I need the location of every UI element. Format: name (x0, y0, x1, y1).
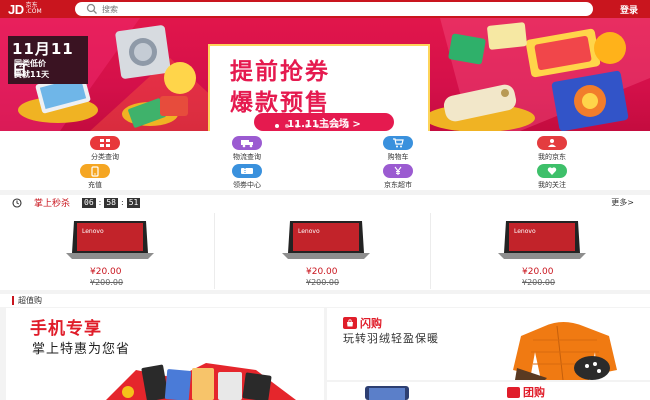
carousel-dot[interactable] (315, 124, 319, 128)
search-input[interactable] (102, 3, 402, 15)
seckill-section: 掌上秒杀 06 : 58 : 51 更多> Lenovo ¥20.00 ¥200… (0, 195, 650, 290)
grid-icon (90, 136, 120, 150)
nav-label: 物流查询 (233, 153, 261, 161)
banner-headline-2: 爆款预售 (230, 90, 330, 116)
carousel-dot[interactable] (295, 124, 299, 128)
nav-label: 购物车 (387, 153, 409, 161)
coupon-icon (232, 164, 262, 178)
top-header: JD 京东 .COM 登录 (0, 0, 650, 18)
nav-item-category[interactable]: 分类查询 (60, 136, 150, 162)
nav-label: 京东超市 (384, 181, 412, 189)
carousel-dot[interactable] (285, 124, 289, 128)
laptop-image: Lenovo (282, 221, 370, 259)
nav-item-recharge[interactable]: 充值 (50, 164, 140, 190)
down-jacket-illustration (513, 322, 617, 380)
value-buy-header: 超值购 (0, 294, 650, 307)
cart-icon (383, 136, 413, 150)
nav-item-follow[interactable]: 我的关注 (507, 164, 597, 190)
jd-home-page: JD 京东 .COM 登录 (0, 0, 650, 400)
nav-label: 充值 (88, 181, 102, 189)
logo-text: JD (8, 1, 24, 17)
nav-label: 我的京东 (538, 153, 566, 161)
banner-headline-board: 提前抢券 爆款预售 11.11主会场 > (208, 44, 430, 131)
group-buy-promo[interactable]: 团购 (327, 382, 650, 400)
tag-line2: 贵就11天 (14, 70, 50, 79)
seckill-header: 掌上秒杀 06 : 58 : 51 更多> (0, 195, 650, 210)
nav-item-cart[interactable]: 购物车 (353, 136, 443, 162)
heart-icon (537, 164, 567, 178)
jd-logo[interactable]: JD 京东 .COM (8, 2, 42, 17)
laptop-brand: Lenovo (298, 228, 320, 235)
seckill-more-link[interactable]: 更多> (611, 197, 634, 208)
nav-label: 我的关注 (538, 181, 566, 189)
nav-item-logistics[interactable]: 物流查询 (202, 136, 292, 162)
phone-product-image (365, 386, 409, 400)
seckill-title: 掌上秒杀 (34, 199, 71, 209)
countdown-timer: 06 : 58 : 51 (82, 197, 141, 208)
value-buy-section: 超值购 手机专享 掌上特惠为您省 闪购 玩转羽绒轻盈保暖 团购 (0, 292, 650, 400)
search-bar[interactable] (75, 2, 593, 16)
phone-exclusive-promo[interactable]: 手机专享 掌上特惠为您省 (6, 308, 324, 400)
nav-label: 领劵中心 (233, 181, 261, 189)
carousel-dot[interactable] (325, 124, 329, 128)
countdown-minutes: 58 (104, 197, 118, 208)
nav-item-coupon[interactable]: 领劵中心 (202, 164, 292, 190)
value-buy-title: 超值购 (18, 296, 42, 305)
nav-item-supermarket[interactable]: 京东超市 (353, 164, 443, 190)
main-venue-button[interactable]: 11.11主会场 > (254, 113, 394, 131)
countdown-separator: : (121, 198, 124, 207)
seckill-price: ¥20.00 (90, 267, 122, 277)
countdown-seconds: 51 (126, 197, 141, 208)
laptop-brand: Lenovo (82, 228, 104, 235)
phone-icon (80, 164, 110, 178)
seckill-item[interactable]: Lenovo ¥20.00 ¥200.00 (432, 213, 647, 289)
carousel-dot[interactable] (305, 124, 309, 128)
nav-item-myjd[interactable]: 我的京东 (507, 136, 597, 162)
carousel-dot[interactable] (275, 124, 279, 128)
laptop-image: Lenovo (66, 221, 154, 259)
laptop-brand: Lenovo (514, 228, 536, 235)
banner-headline-1: 提前抢券 (230, 59, 330, 85)
carousel-dot[interactable] (345, 124, 349, 128)
logo-sub: 京东 .COM (26, 3, 42, 15)
carousel-dot[interactable] (335, 124, 339, 128)
user-icon (537, 136, 567, 150)
carousel-dots (275, 124, 349, 128)
seckill-item[interactable]: Lenovo ¥20.00 ¥200.00 (216, 213, 431, 289)
quick-nav: 分类查询 物流查询 购物车 我的京东 充值 领劵中心 京东超市 我的关注 (0, 131, 650, 190)
truck-icon (232, 136, 262, 150)
shopping-bag-icon (507, 386, 520, 398)
phones-illustration (106, 363, 296, 400)
group-buy-label: 团购 (523, 386, 545, 399)
countdown-hours: 06 (82, 197, 96, 208)
seckill-item[interactable]: Lenovo ¥20.00 ¥200.00 (0, 213, 215, 289)
countdown-separator: : (98, 198, 102, 207)
tag-line1: 同类低价 (14, 59, 46, 68)
logo-com: .COM (25, 8, 42, 15)
login-button[interactable]: 登录 (620, 3, 638, 16)
laptop-image: Lenovo (498, 221, 586, 259)
group-buy-title: 团购 (507, 384, 545, 400)
flash-sale-promo[interactable]: 闪购 玩转羽绒轻盈保暖 (327, 308, 650, 380)
seckill-old-price: ¥200.00 (306, 278, 340, 287)
seckill-old-price: ¥200.00 (522, 278, 556, 287)
promo-banner[interactable]: 11月11日 同类低价 贵就11天 提前抢券 爆款预售 11.11主会场 > (0, 18, 650, 131)
seckill-price: ¥20.00 (306, 267, 338, 277)
seckill-price: ¥20.00 (522, 267, 554, 277)
clock-icon (12, 197, 22, 208)
yen-icon (383, 164, 413, 178)
section-marker (12, 296, 14, 305)
search-icon (86, 3, 97, 14)
seckill-old-price: ¥200.00 (90, 278, 124, 287)
nav-label: 分类查询 (91, 153, 119, 161)
double11-tag: 11月11日 同类低价 贵就11天 (8, 36, 88, 84)
